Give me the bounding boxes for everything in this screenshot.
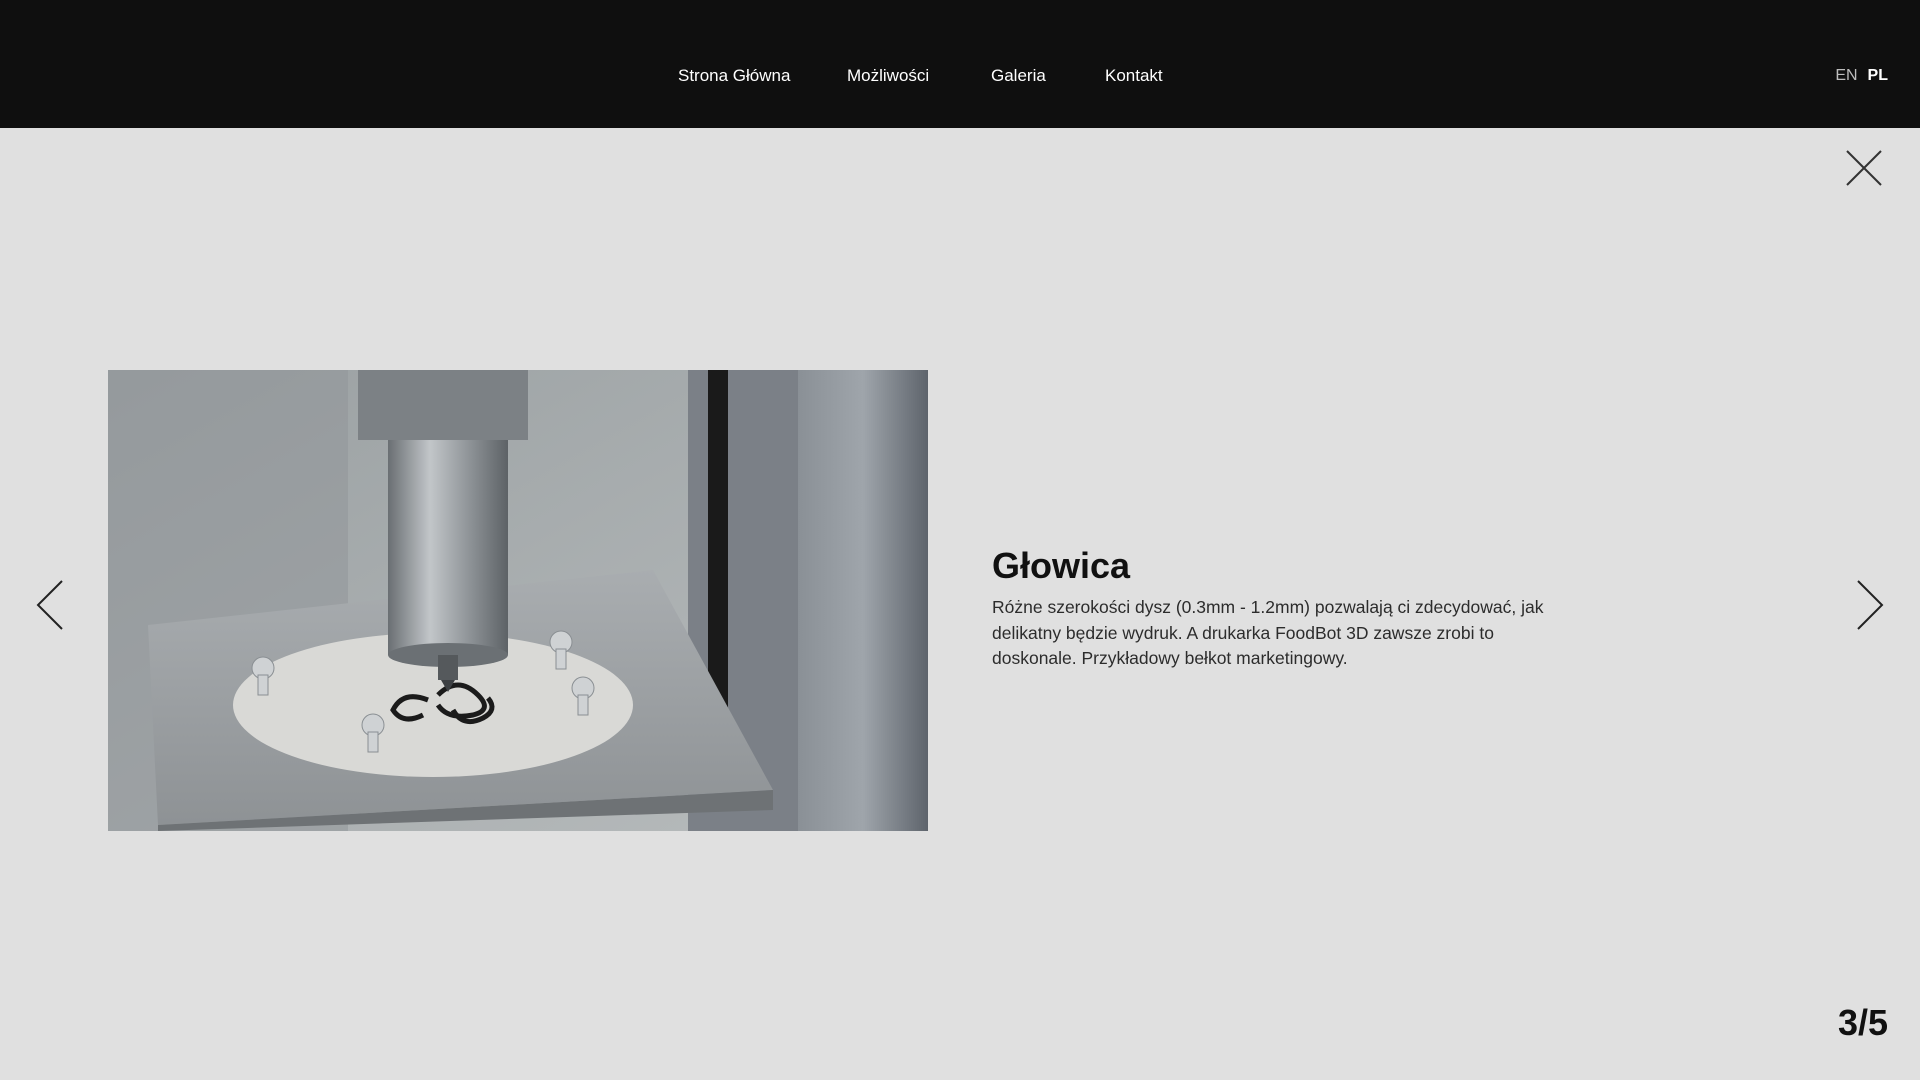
slide-description: Różne szerokości dysz (0.3mm - 1.2mm) po… [992, 597, 1544, 668]
chevron-right-icon [1857, 580, 1884, 630]
slide-image [108, 370, 928, 831]
slide-content: Głowica Różne szerokości dysz (0.3mm - 1… [992, 543, 1552, 672]
nav-item-features[interactable]: Możliwości [847, 64, 929, 88]
slide-counter: 3/5 [1837, 1002, 1888, 1043]
food-printer-nozzle-illustration [108, 370, 928, 831]
nav-item-home[interactable]: Strona Główna [678, 64, 790, 88]
main-nav: Strona Główna Możliwości Galeria Kontakt [0, 64, 1920, 88]
language-option-en[interactable]: EN [1835, 67, 1857, 84]
top-navigation-bar: Strona Główna Możliwości Galeria Kontakt… [0, 0, 1920, 128]
close-button[interactable] [1846, 150, 1882, 186]
nav-item-gallery[interactable]: Galeria [991, 64, 1046, 88]
previous-slide-button[interactable] [36, 580, 64, 630]
language-option-pl[interactable]: PL [1868, 67, 1888, 84]
next-slide-button[interactable] [1856, 580, 1884, 630]
nav-item-contact[interactable]: Kontakt [1105, 64, 1163, 88]
language-switcher: EN PL [1825, 64, 1888, 88]
slide-title: Głowica [992, 545, 1131, 586]
chevron-left-icon [36, 580, 63, 630]
close-icon [1846, 150, 1882, 186]
